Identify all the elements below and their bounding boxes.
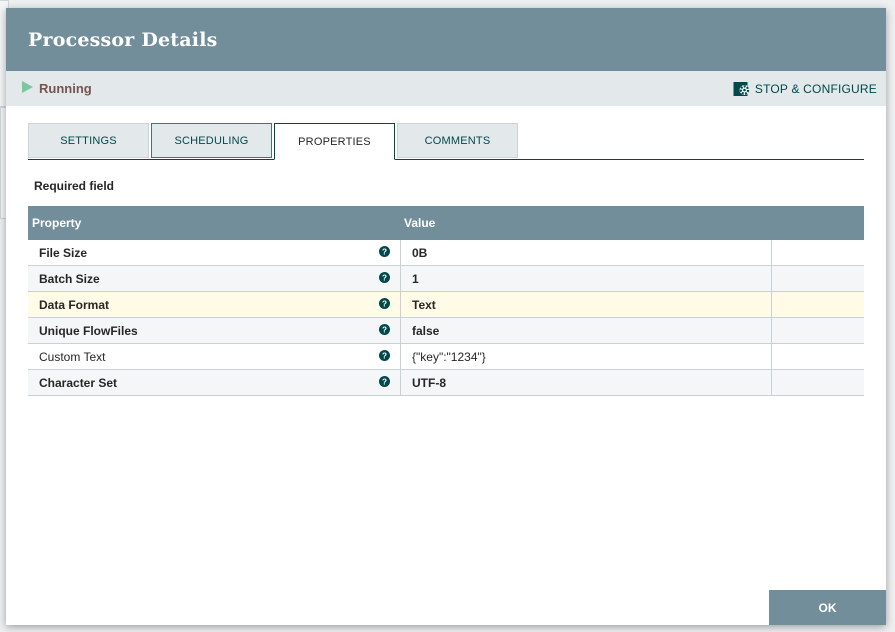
- table-row[interactable]: File Size ? 0B: [28, 240, 864, 266]
- property-value[interactable]: 1: [412, 272, 419, 286]
- property-value[interactable]: Text: [412, 298, 436, 312]
- required-field-note: Required field: [34, 179, 115, 193]
- question-circle-icon[interactable]: ?: [379, 350, 390, 361]
- svg-text:?: ?: [382, 326, 387, 335]
- question-circle-icon[interactable]: ?: [379, 376, 390, 387]
- dialog-title: Processor Details: [28, 28, 218, 51]
- property-value[interactable]: {"key":"1234"}: [412, 350, 486, 364]
- tab-bar: SETTINGS SCHEDULING PROPERTIES COMMENTS: [28, 123, 864, 160]
- run-status: Running: [22, 80, 92, 96]
- property-name: Custom Text: [39, 350, 106, 364]
- svg-text:?: ?: [382, 300, 387, 309]
- svg-text:?: ?: [382, 352, 387, 361]
- property-name: Unique FlowFiles: [39, 324, 138, 338]
- run-status-label: Running: [39, 81, 92, 96]
- question-circle-icon[interactable]: ?: [379, 324, 390, 335]
- table-row[interactable]: Custom Text ? {"key":"1234"}: [28, 344, 864, 370]
- column-separator: [771, 266, 772, 291]
- ok-button[interactable]: OK: [769, 590, 886, 625]
- question-circle-icon[interactable]: ?: [379, 246, 390, 257]
- dialog-header: Processor Details: [6, 8, 886, 71]
- status-bar: Running STOP & CONFIGURE: [6, 71, 886, 106]
- column-separator: [771, 344, 772, 369]
- svg-text:?: ?: [382, 274, 387, 283]
- tab-properties[interactable]: PROPERTIES: [274, 123, 395, 160]
- column-separator: [400, 370, 401, 395]
- stop-configure-label: STOP & CONFIGURE: [754, 81, 877, 96]
- table-header: Property Value: [28, 206, 864, 240]
- table-row[interactable]: Unique FlowFiles ? false: [28, 318, 864, 344]
- tab-settings[interactable]: SETTINGS: [28, 123, 149, 158]
- properties-table: Property Value File Size ? 0B Batch Size…: [28, 206, 864, 396]
- column-separator: [400, 292, 401, 317]
- question-circle-icon[interactable]: ?: [379, 298, 390, 309]
- column-header-property: Property: [32, 216, 82, 230]
- property-value[interactable]: 0B: [412, 246, 427, 260]
- play-icon: [22, 80, 33, 93]
- column-separator: [771, 292, 772, 317]
- gear-stop-icon: [733, 81, 750, 96]
- property-name: File Size: [39, 246, 88, 260]
- column-separator: [400, 266, 401, 291]
- column-separator: [400, 344, 401, 369]
- table-row[interactable]: Batch Size ? 1: [28, 266, 864, 292]
- column-separator: [400, 318, 401, 343]
- svg-text:?: ?: [382, 248, 387, 257]
- column-separator: [771, 370, 772, 395]
- stop-configure-button[interactable]: STOP & CONFIGURE: [733, 81, 877, 97]
- svg-text:?: ?: [382, 378, 387, 387]
- property-value[interactable]: UTF-8: [412, 376, 446, 390]
- property-value[interactable]: false: [412, 324, 439, 338]
- property-name: Character Set: [39, 376, 118, 390]
- property-name: Data Format: [39, 298, 110, 312]
- question-circle-icon[interactable]: ?: [379, 272, 390, 283]
- column-header-value: Value: [404, 216, 436, 230]
- table-row[interactable]: Character Set ? UTF-8: [28, 370, 864, 396]
- table-row-selected[interactable]: Data Format ? Text: [28, 292, 864, 318]
- property-name: Batch Size: [39, 272, 100, 286]
- column-separator: [771, 240, 772, 265]
- column-separator: [400, 240, 401, 265]
- column-separator: [771, 318, 772, 343]
- tab-scheduling[interactable]: SCHEDULING: [151, 123, 272, 158]
- processor-details-dialog: Processor Details Running STOP & CONFIGU…: [6, 8, 886, 625]
- tab-comments[interactable]: COMMENTS: [397, 123, 518, 158]
